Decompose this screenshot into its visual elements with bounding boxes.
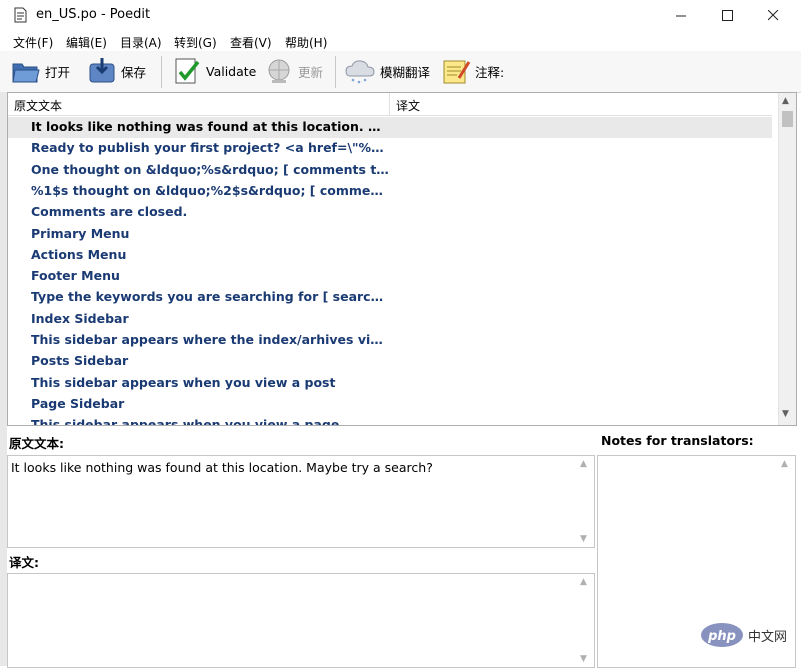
minimize-icon: [675, 15, 686, 17]
translation-text-box[interactable]: ▲ ▼: [7, 573, 595, 668]
minimize-button[interactable]: [658, 0, 704, 31]
list-row[interactable]: This sidebar appears when you view a pag…: [8, 415, 772, 426]
row-source-text: Primary Menu: [31, 225, 130, 241]
row-source-text: It looks like nothing was found at this …: [31, 119, 389, 134]
row-source-text: One thought on &ldquo;%s&rdquo; [ commen…: [31, 161, 389, 177]
fuzzy-label: 模糊翻译: [380, 64, 431, 80]
list-vertical-scrollbar[interactable]: ▲ ▼: [778, 93, 796, 425]
update-label: 更新: [298, 64, 324, 80]
scroll-down-icon[interactable]: ▼: [580, 534, 587, 544]
row-source-text: Comments are closed.: [31, 204, 188, 220]
save-button[interactable]: 保存: [87, 54, 146, 88]
list-row[interactable]: It looks like nothing was found at this …: [8, 117, 772, 138]
list-row[interactable]: Index Sidebar: [8, 309, 772, 330]
title-bar: en_US.po - Poedit: [0, 0, 801, 31]
list-row[interactable]: Primary Menu: [8, 224, 772, 245]
menu-goto[interactable]: 转到(G): [174, 34, 217, 51]
row-source-text: %1$s thought on &ldquo;%2$s&rdquo; [ com…: [31, 182, 389, 198]
list-row[interactable]: Comments are closed.: [8, 202, 772, 223]
list-header: 原文文本 译文: [8, 93, 772, 116]
open-button[interactable]: 打开: [11, 54, 70, 88]
scroll-up-icon[interactable]: ▲: [782, 96, 789, 106]
list-row[interactable]: One thought on &ldquo;%s&rdquo; [ commen…: [8, 160, 772, 181]
maximize-icon: [721, 10, 733, 21]
close-icon: [767, 10, 778, 21]
translation-label: 译文:: [9, 555, 39, 570]
window-title: en_US.po - Poedit: [36, 7, 151, 22]
poedit-app-icon: [14, 7, 27, 23]
menu-help[interactable]: 帮助(H): [285, 34, 327, 51]
list-row[interactable]: This sidebar appears where the index/arh…: [8, 330, 772, 351]
menu-view[interactable]: 查看(V): [230, 34, 272, 51]
svg-text:php: php: [707, 629, 736, 644]
menu-file[interactable]: 文件(F): [13, 34, 53, 51]
list-row[interactable]: Footer Menu: [8, 266, 772, 287]
menu-edit[interactable]: 编辑(E): [66, 34, 107, 51]
update-globe-icon: [268, 59, 290, 83]
toolbar-separator: [335, 56, 336, 88]
open-label: 打开: [45, 64, 71, 80]
validate-button[interactable]: Validate: [172, 54, 256, 88]
save-icon: [89, 58, 115, 83]
row-source-text: Type the keywords you are searching for …: [31, 289, 389, 305]
php-logo-icon: php: [701, 623, 743, 647]
list-row[interactable]: Ready to publish your first project? <a …: [8, 138, 772, 159]
save-label: 保存: [121, 64, 147, 80]
row-source-text: Posts Sidebar: [31, 353, 129, 369]
row-source-text: Page Sidebar: [31, 395, 125, 411]
list-row[interactable]: Actions Menu: [8, 245, 772, 266]
row-source-text: This sidebar appears when you view a pos…: [31, 374, 336, 390]
row-source-text: Index Sidebar: [31, 310, 129, 326]
fuzzy-cloud-icon: [345, 60, 375, 84]
column-header-source[interactable]: 原文文本: [14, 97, 62, 114]
source-scrollbar[interactable]: ▲ ▼: [577, 457, 593, 546]
background-window-edge: [0, 92, 7, 666]
row-source-text: Ready to publish your first project? <a …: [31, 140, 389, 156]
scroll-up-icon[interactable]: ▲: [580, 459, 587, 469]
scroll-thumb[interactable]: [782, 111, 793, 127]
watermark-text: 中文网: [748, 630, 788, 645]
list-row[interactable]: Page Sidebar: [8, 394, 772, 415]
close-button[interactable]: [750, 0, 796, 31]
fuzzy-button[interactable]: 模糊翻译: [344, 54, 430, 88]
source-text-box[interactable]: It looks like nothing was found at this …: [7, 455, 595, 548]
source-text: It looks like nothing was found at this …: [11, 460, 433, 475]
row-source-text: This sidebar appears when you view a pag…: [31, 417, 340, 426]
open-folder-icon: [12, 63, 40, 83]
menu-bar: 文件(F) 编辑(E) 目录(A) 转到(G) 查看(V) 帮助(H): [0, 31, 801, 51]
column-divider[interactable]: [389, 93, 390, 115]
column-header-translation[interactable]: 译文: [396, 97, 420, 114]
scroll-up-icon[interactable]: ▲: [580, 577, 587, 587]
maximize-button[interactable]: [704, 0, 750, 31]
row-source-text: This sidebar appears where the index/arh…: [31, 332, 389, 347]
comment-notepad-icon: [443, 60, 471, 84]
validate-label: Validate: [206, 63, 257, 79]
list-row[interactable]: This sidebar appears when you view a pos…: [8, 373, 772, 394]
string-list[interactable]: 原文文本 译文 It looks like nothing was found …: [7, 92, 797, 426]
validate-check-icon: [175, 58, 200, 84]
menu-catalog[interactable]: 目录(A): [120, 34, 162, 51]
list-row[interactable]: Posts Sidebar: [8, 351, 772, 372]
toolbar-separator: [161, 56, 162, 88]
comment-label: 注释:: [475, 64, 505, 80]
row-source-text: Footer Menu: [31, 268, 120, 284]
scroll-down-icon[interactable]: ▼: [782, 409, 789, 419]
update-button[interactable]: 更新: [264, 54, 323, 88]
comment-button[interactable]: 注释:: [441, 54, 504, 88]
notes-label: Notes for translators:: [601, 433, 754, 448]
toolbar: 打开 保存 Validate 更新 模糊翻译 注释:: [0, 51, 801, 93]
translation-scrollbar[interactable]: ▲ ▼: [577, 575, 593, 666]
list-row[interactable]: %1$s thought on &ldquo;%2$s&rdquo; [ com…: [8, 181, 772, 202]
row-source-text: Actions Menu: [31, 246, 127, 262]
php-chinese-watermark: php 中文网: [700, 620, 795, 650]
scroll-up-icon[interactable]: ▲: [781, 459, 788, 469]
scroll-down-icon[interactable]: ▼: [580, 654, 587, 664]
list-row[interactable]: Type the keywords you are searching for …: [8, 287, 772, 308]
source-text-label: 原文文本:: [9, 436, 64, 451]
